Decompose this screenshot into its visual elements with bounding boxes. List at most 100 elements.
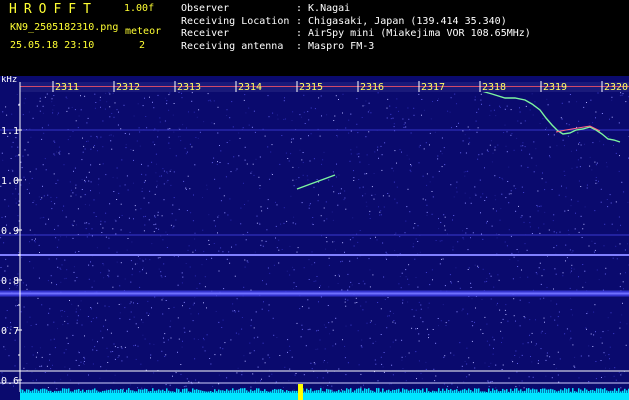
noise-dot <box>217 232 218 234</box>
noise-dot <box>232 126 234 128</box>
noise-dot <box>267 146 269 148</box>
power-spike <box>450 389 452 393</box>
power-spike <box>502 388 504 393</box>
power-spike <box>56 391 58 393</box>
noise-dot <box>64 366 66 368</box>
noise-dot <box>522 142 524 144</box>
noise-dot <box>409 169 411 171</box>
noise-dot <box>355 297 357 299</box>
power-spike <box>430 391 432 393</box>
noise-dot <box>268 116 270 118</box>
noise-dot <box>115 220 117 222</box>
noise-dot <box>613 333 615 335</box>
power-spike <box>570 391 572 393</box>
power-spike <box>624 388 626 393</box>
noise-dot <box>510 134 512 136</box>
noise-dot <box>24 149 26 151</box>
noise-dot <box>517 120 519 122</box>
noise-dot <box>501 369 503 370</box>
noise-dot <box>563 170 565 172</box>
power-spike <box>258 388 260 393</box>
noise-dot <box>386 117 388 119</box>
noise-dot <box>381 169 383 171</box>
noise-dot <box>615 152 617 154</box>
noise-dot <box>288 380 290 382</box>
power-spike <box>20 389 22 393</box>
noise-dot <box>8 169 10 171</box>
noise-dot <box>619 95 621 97</box>
noise-dot <box>407 278 409 280</box>
noise-dot <box>110 332 112 334</box>
noise-dot <box>349 239 351 241</box>
noise-dot <box>166 181 168 183</box>
noise-dot <box>323 151 325 153</box>
power-spike <box>438 388 440 393</box>
noise-dot <box>546 355 548 357</box>
noise-dot <box>103 264 105 266</box>
noise-dot <box>189 307 191 309</box>
noise-dot <box>438 325 439 327</box>
noise-dot <box>159 257 161 259</box>
noise-dot <box>378 206 379 208</box>
noise-dot <box>195 379 197 381</box>
noise-dot <box>368 109 370 111</box>
noise-dot <box>410 132 412 134</box>
noise-dot <box>307 329 309 331</box>
power-spike <box>118 390 120 393</box>
noise-dot <box>94 107 96 109</box>
noise-dot <box>521 269 522 271</box>
noise-dot <box>93 212 95 214</box>
noise-dot <box>139 258 141 260</box>
noise-dot <box>259 188 261 189</box>
noise-dot <box>244 146 246 148</box>
noise-dot <box>486 280 488 282</box>
power-spike <box>498 391 500 393</box>
noise-dot <box>160 275 162 277</box>
noise-dot <box>6 310 8 311</box>
noise-dot <box>73 271 75 273</box>
noise-dot <box>513 315 515 317</box>
noise-dot <box>338 193 340 195</box>
noise-dot <box>324 348 326 350</box>
noise-dot <box>224 212 226 214</box>
noise-dot <box>262 358 264 360</box>
noise-dot <box>622 93 624 95</box>
power-spike <box>400 391 402 393</box>
noise-dot <box>320 215 322 217</box>
noise-dot <box>250 172 252 174</box>
noise-dot <box>80 95 81 97</box>
noise-dot <box>368 131 370 133</box>
noise-dot <box>449 274 451 276</box>
noise-dot <box>183 327 185 329</box>
noise-dot <box>306 175 308 177</box>
noise-dot <box>292 222 294 224</box>
noise-dot <box>56 151 58 153</box>
power-spike <box>210 391 212 393</box>
noise-dot <box>502 364 504 366</box>
noise-dot <box>495 115 497 117</box>
power-spike <box>608 391 610 393</box>
noise-dot <box>604 273 606 275</box>
noise-dot <box>14 365 16 367</box>
noise-dot <box>412 246 414 248</box>
noise-dot <box>291 356 293 358</box>
noise-dot <box>170 337 172 339</box>
noise-dot <box>488 366 490 367</box>
noise-dot <box>156 186 158 188</box>
noise-dot <box>417 225 419 227</box>
noise-dot <box>124 184 126 186</box>
noise-dot <box>508 229 510 231</box>
noise-dot <box>28 182 30 184</box>
noise-dot <box>56 284 57 286</box>
power-spike <box>308 390 310 393</box>
noise-dot <box>83 356 85 358</box>
power-spike <box>28 389 30 393</box>
noise-dot <box>88 374 89 376</box>
noise-dot <box>45 169 47 171</box>
noise-dot <box>236 372 238 374</box>
noise-dot <box>508 377 510 379</box>
noise-dot <box>501 342 502 343</box>
noise-dot <box>270 151 272 153</box>
noise-dot <box>219 162 221 163</box>
noise-dot <box>490 298 492 300</box>
